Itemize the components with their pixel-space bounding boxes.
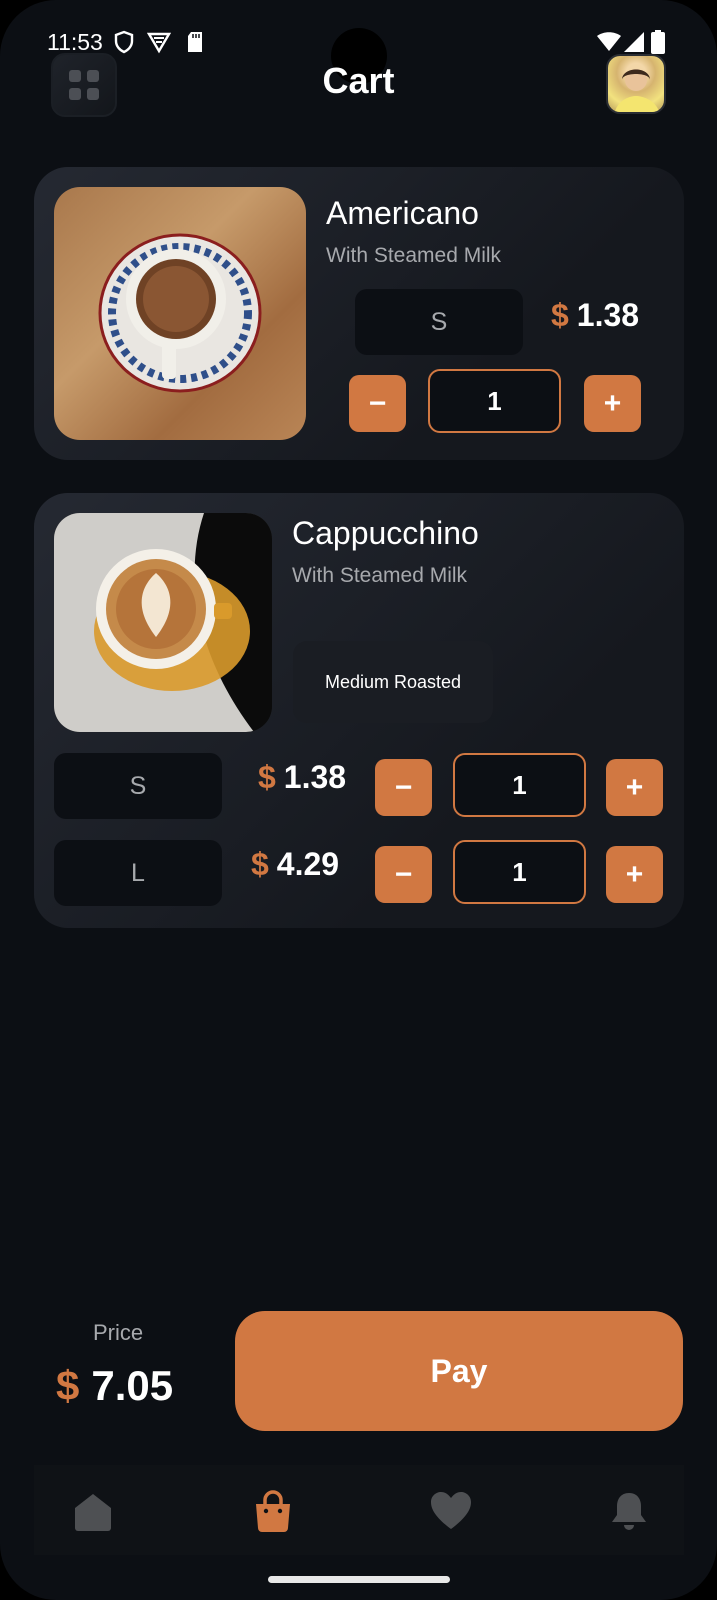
- price-label: Price: [92, 1320, 144, 1345]
- increase-quantity-button[interactable]: +: [606, 846, 663, 903]
- minus-icon: −: [394, 857, 413, 891]
- vpn-icon: [147, 32, 171, 54]
- item-name: Cappucchino: [292, 515, 479, 551]
- cappuccino-image: [54, 513, 272, 732]
- cart-screen: 11:53 Cart Americano With Steamed Milk S…: [0, 0, 717, 1600]
- decrease-quantity-button[interactable]: −: [349, 375, 406, 432]
- signal-icon: [624, 32, 644, 52]
- heart-icon: [431, 1492, 471, 1529]
- item-subtitle: With Steamed Milk: [292, 564, 468, 587]
- quantity-field[interactable]: 1: [453, 753, 586, 817]
- increase-quantity-button[interactable]: +: [606, 759, 663, 816]
- bottom-nav: [34, 1465, 684, 1555]
- decrease-quantity-button[interactable]: −: [375, 759, 432, 816]
- quantity-field[interactable]: 1: [428, 369, 561, 433]
- plus-icon: +: [603, 386, 622, 420]
- item-subtitle: With Steamed Milk: [326, 244, 502, 267]
- quantity-field[interactable]: 1: [453, 840, 586, 904]
- status-time: 11:53: [47, 29, 103, 55]
- size-box: S: [54, 753, 222, 819]
- roast-badge: Medium Roasted: [293, 641, 493, 723]
- sd-card-icon: [188, 32, 202, 52]
- home-indicator[interactable]: [268, 1576, 450, 1583]
- item-price: $4.29: [251, 846, 340, 882]
- item-price: $1.38: [258, 759, 347, 795]
- shield-icon: [114, 30, 134, 54]
- size-box: S: [355, 289, 523, 355]
- item-price: $1.38: [551, 297, 640, 333]
- item-name: Americano: [326, 195, 479, 231]
- bell-icon: [612, 1493, 646, 1530]
- home-icon: [75, 1494, 111, 1531]
- increase-quantity-button[interactable]: +: [584, 375, 641, 432]
- wifi-icon: [597, 32, 621, 51]
- minus-icon: −: [394, 770, 413, 804]
- plus-icon: +: [625, 857, 644, 891]
- battery-icon: [651, 30, 665, 54]
- minus-icon: −: [368, 386, 387, 420]
- nav-notifications[interactable]: [601, 1483, 657, 1539]
- americano-image: [54, 187, 306, 440]
- nav-home[interactable]: [65, 1483, 121, 1539]
- cart-item-americano: Americano With Steamed Milk S $1.38 − 1 …: [34, 167, 684, 460]
- total-price: $7.05: [56, 1362, 174, 1409]
- avatar[interactable]: [606, 54, 666, 114]
- nav-cart[interactable]: [245, 1483, 301, 1539]
- nav-favorites[interactable]: [423, 1483, 479, 1539]
- pay-button[interactable]: Pay: [235, 1311, 683, 1431]
- bag-icon: [256, 1490, 290, 1532]
- cart-item-cappuccino: Cappucchino With Steamed Milk Medium Roa…: [34, 493, 684, 928]
- plus-icon: +: [625, 770, 644, 804]
- size-box: L: [54, 840, 222, 906]
- profile-photo: [614, 69, 660, 112]
- decrease-quantity-button[interactable]: −: [375, 846, 432, 903]
